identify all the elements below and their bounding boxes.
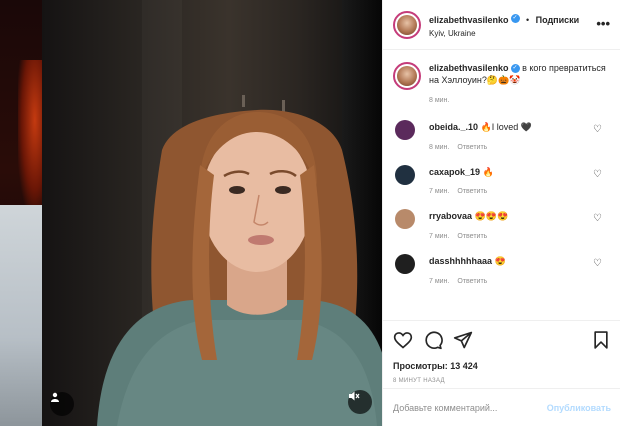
verified-badge-icon: ✓ [510, 64, 520, 74]
post-timestamp: 8 МИНУТ НАЗАД [393, 378, 445, 384]
comment-input[interactable] [393, 402, 547, 413]
header-separator: • [526, 14, 530, 25]
reply-button[interactable]: Ответить [457, 233, 487, 240]
post-details-panel: elizabethvasilenko ✓ • Подписки Kyiv, Ukr… [382, 0, 620, 426]
bookmark-icon[interactable] [591, 330, 611, 350]
heart-icon[interactable] [393, 330, 413, 350]
comment-avatar[interactable] [395, 119, 415, 140]
heart-icon[interactable]: ♡ [593, 213, 602, 224]
comment-time: 7 мин. [429, 188, 450, 196]
comment-text: 😍😍😍 [474, 211, 509, 222]
comment-row: dasshhhhhaaa 😍 7 мин. Ответить ♡ [393, 254, 610, 285]
heart-icon[interactable]: ♡ [593, 124, 602, 135]
publish-button[interactable]: Опубликовать [547, 403, 611, 413]
backdrop-red-glow [18, 60, 42, 210]
reply-button[interactable]: Ответить [457, 144, 487, 151]
media-backdrop [0, 0, 382, 426]
post-location[interactable]: Kyiv, Ukraine [429, 30, 579, 39]
verified-badge-icon: ✓ [510, 14, 520, 24]
author-username[interactable]: elizabethvasilenko [429, 15, 509, 25]
heart-icon[interactable]: ♡ [593, 169, 602, 180]
comment-avatar[interactable] [395, 254, 415, 275]
views-count[interactable]: Просмотры: 13 424 [393, 361, 611, 371]
comment-text: 😍 [494, 256, 506, 267]
portrait-illustration [97, 95, 382, 426]
comment-username[interactable]: dasshhhhhaaa [429, 256, 492, 266]
comment-text: 🔥 [482, 166, 494, 177]
author-avatar[interactable] [393, 10, 421, 39]
comment-row: obeida._.10 🔥I loved 🖤 8 мин. Ответить ♡ [393, 119, 610, 151]
comment-username[interactable]: rryabovaa [429, 211, 472, 221]
comment-row: caxapok_19 🔥 7 мин. Ответить ♡ [393, 164, 610, 196]
post-caption: elizabethvasilenko ✓ в кого превратиться … [393, 62, 610, 106]
caption-author-avatar[interactable] [393, 62, 421, 90]
comment-username[interactable]: caxapok_19 [429, 167, 480, 177]
more-options-icon[interactable]: ••• [596, 16, 610, 31]
comment-icon[interactable] [423, 330, 443, 350]
comment-time: 7 мин. [429, 277, 450, 285]
user-tag-icon[interactable] [50, 392, 74, 416]
heart-icon[interactable]: ♡ [593, 258, 602, 269]
caption-time: 8 мин. [429, 97, 450, 105]
post-photo[interactable] [42, 0, 382, 426]
reply-button[interactable]: Ответить [457, 278, 487, 285]
caption-username[interactable]: elizabethvasilenko [429, 63, 509, 73]
share-icon[interactable] [453, 330, 473, 350]
comment-time: 7 мин. [429, 233, 450, 241]
following-button[interactable]: Подписки [536, 15, 580, 25]
comment-username[interactable]: obeida._.10 [429, 122, 478, 132]
comment-time: 8 мин. [429, 143, 450, 151]
post-actions: Просмотры: 13 424 8 МИНУТ НАЗАД [383, 320, 620, 384]
comment-row: rryabovaa 😍😍😍 7 мин. Ответить ♡ [393, 209, 610, 240]
comments-list: elizabethvasilenko ✓ в кого превратиться … [383, 50, 620, 320]
comment-text: 🔥I loved 🖤 [480, 121, 532, 132]
post-header: elizabethvasilenko ✓ • Подписки Kyiv, Ukr… [383, 0, 620, 50]
reply-button[interactable]: Ответить [457, 188, 487, 195]
backdrop-poster [0, 205, 42, 426]
add-comment-bar: Опубликовать [383, 388, 620, 426]
mute-icon[interactable] [348, 390, 372, 414]
comment-avatar[interactable] [395, 164, 415, 185]
comment-avatar[interactable] [395, 209, 415, 230]
